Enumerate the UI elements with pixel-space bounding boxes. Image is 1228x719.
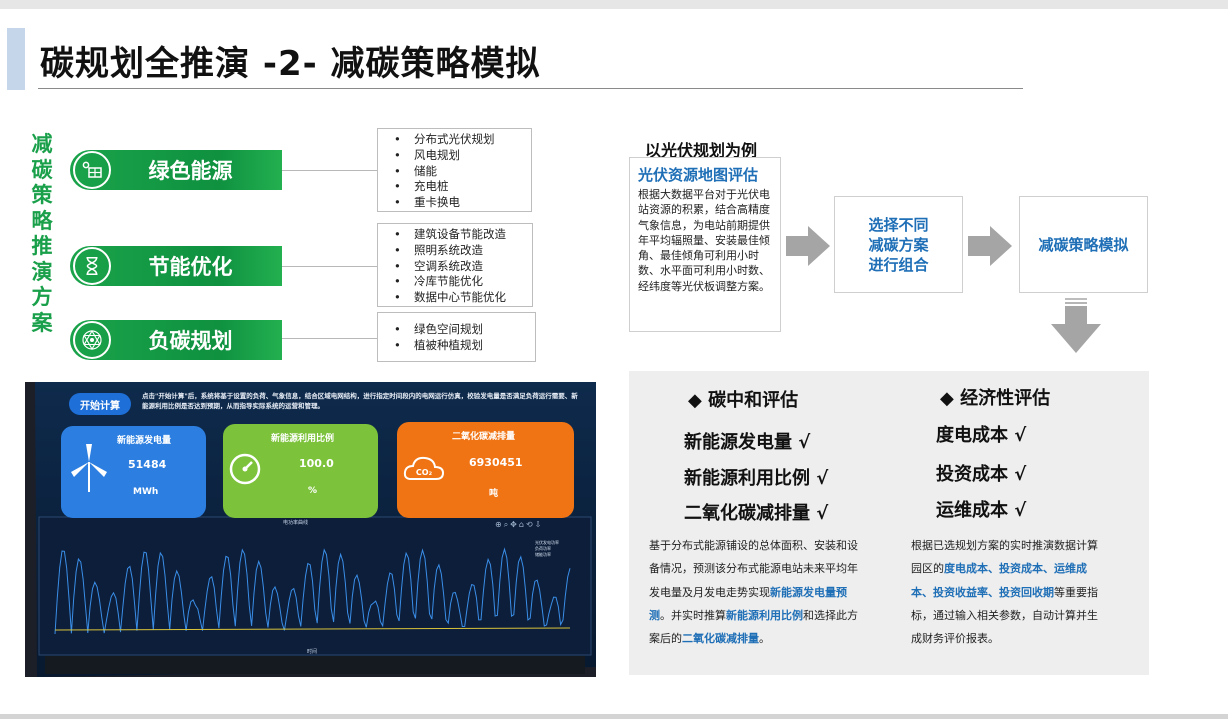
connector-line <box>282 170 377 171</box>
page-title: 碳规划全推演 -2- 减碳策略模拟 <box>40 44 541 84</box>
kpi-unit: % <box>308 486 318 496</box>
list-item: 冷库节能优化 <box>388 274 532 290</box>
flow-step-simulate: 减碳策略模拟 <box>1019 196 1148 293</box>
highlight-text: 新能源利用比例 <box>726 608 803 622</box>
highlight-text: 二氧化碳减排量 <box>682 632 759 646</box>
econ-eval-heading: ◆ 经济性评估 <box>940 388 1051 409</box>
kpi-title: 新能源利用比例 <box>271 434 335 444</box>
gauge-icon <box>229 453 261 485</box>
text-run: 。 <box>759 632 770 646</box>
bullet-list-green-energy: 分布式光伏规划 风电规划 储能 充电桩 重卡换电 <box>377 128 532 212</box>
kpi-value: 100.0 <box>299 457 334 470</box>
svg-text:CO₂: CO₂ <box>416 468 433 477</box>
metric-item: 运维成本 √ <box>936 500 1027 521</box>
list-item: 空调系统改造 <box>388 259 532 275</box>
bottom-border <box>0 714 1228 719</box>
strategy-green-energy: 绿色能源 <box>70 150 282 190</box>
metric-item: 新能源发电量 √ <box>684 432 811 453</box>
hourglass-icon <box>73 247 111 285</box>
title-underline <box>38 88 1023 89</box>
vertical-section-label: 减碳策略推演方案 <box>31 132 53 335</box>
step-label: 减碳策略模拟 <box>1038 236 1129 254</box>
strategy-label: 绿色能源 <box>148 159 233 183</box>
start-calc-button[interactable]: 开始计算 <box>69 393 131 415</box>
chart-title: 电功率曲线 <box>283 520 309 526</box>
step-title: 光伏资源地图评估 <box>638 166 759 184</box>
co2-cloud-icon: CO₂ <box>403 456 445 480</box>
kpi-value: 6930451 <box>469 456 523 469</box>
list-item: 数据中心节能优化 <box>388 290 532 306</box>
solar-panel-icon <box>73 151 111 189</box>
strategy-negative-carbon: 负碳规划 <box>70 320 282 360</box>
wind-turbine-icon <box>71 444 107 492</box>
strategy-label: 节能优化 <box>148 255 233 279</box>
text-run: 。并实时推算 <box>660 608 726 622</box>
carbon-eval-description: 基于分布式能源铺设的总体面积、安装和设备情况，预测该分布式能源电站未来平均年发电… <box>649 534 861 650</box>
list-item: 植被种植规划 <box>388 338 535 354</box>
flow-step-pv-assessment: 光伏资源地图评估 根据大数据平台对于光伏电站资源的积累，结合高精度气象信息，为电… <box>629 157 781 332</box>
kpi-title: 二氧化碳减排量 <box>452 432 516 442</box>
kpi-unit: MWh <box>133 487 159 497</box>
kpi-unit: 吨 <box>489 489 499 499</box>
bullet-list-energy-saving: 建筑设备节能改造 照明系统改造 空调系统改造 冷库节能优化 数据中心节能优化 <box>377 223 533 307</box>
top-border <box>0 0 1228 9</box>
chart-xlabel: 时间 <box>307 649 318 655</box>
kpi-title: 新能源发电量 <box>117 436 172 446</box>
list-item: 风电规划 <box>388 148 531 164</box>
econ-eval-description: 根据已选规划方案的实时推演数据计算园区的度电成本、投资成本、运维成本、投资收益率… <box>911 534 1099 650</box>
bullet-list-negative-carbon: 绿色空间规划 植被种植规划 <box>377 312 536 362</box>
flow-step-combine: 选择不同减碳方案进行组合 <box>834 196 963 293</box>
diamond-icon: ◆ <box>940 388 961 409</box>
title-accent-bar <box>7 28 25 90</box>
connector-line <box>282 338 377 339</box>
kpi-value: 51484 <box>128 458 167 471</box>
network-star-icon <box>73 321 111 359</box>
strategy-energy-saving: 节能优化 <box>70 246 282 286</box>
list-item: 分布式光伏规划 <box>388 132 531 148</box>
dashboard-photo: 开始计算 点击"开始计算"后，系统将基于设置的负荷、气象信息，结合区域电网结构，… <box>25 382 596 677</box>
metric-item: 投资成本 √ <box>936 464 1027 485</box>
right-arrow-icon <box>786 226 830 266</box>
carbon-eval-heading: ◆ 碳中和评估 <box>688 390 799 411</box>
strategy-label: 负碳规划 <box>148 329 233 353</box>
step-description: 根据大数据平台对于光伏电站资源的积累，结合高精度气象信息，为电站前期提供年平均辐… <box>638 188 770 293</box>
chart-legend: 光伏发电功率 负荷功率 储能功率 <box>535 540 559 558</box>
metric-item: 度电成本 √ <box>936 425 1027 446</box>
chart-toolbar-icons[interactable]: ⊕⌕✥⌂⟲⇩ <box>495 520 543 530</box>
list-item: 绿色空间规划 <box>388 322 535 338</box>
connector-line <box>282 266 377 267</box>
list-item: 重卡换电 <box>388 195 531 211</box>
metric-item: 新能源利用比例 √ <box>684 468 829 489</box>
screen-note: 点击"开始计算"后，系统将基于设置的负荷、气象信息，结合区域电网结构，进行指定时… <box>142 392 578 410</box>
legend-entry: 储能功率 <box>535 552 551 557</box>
list-item: 建筑设备节能改造 <box>388 227 532 243</box>
diamond-icon: ◆ <box>688 390 709 411</box>
down-arrow-icon <box>1051 298 1101 353</box>
metric-item: 二氧化碳减排量 √ <box>684 503 829 524</box>
step-label: 选择不同减碳方案进行组合 <box>868 215 929 274</box>
list-item: 储能 <box>388 164 531 180</box>
right-arrow-icon <box>968 226 1012 266</box>
list-item: 照明系统改造 <box>388 243 532 259</box>
list-item: 充电桩 <box>388 179 531 195</box>
